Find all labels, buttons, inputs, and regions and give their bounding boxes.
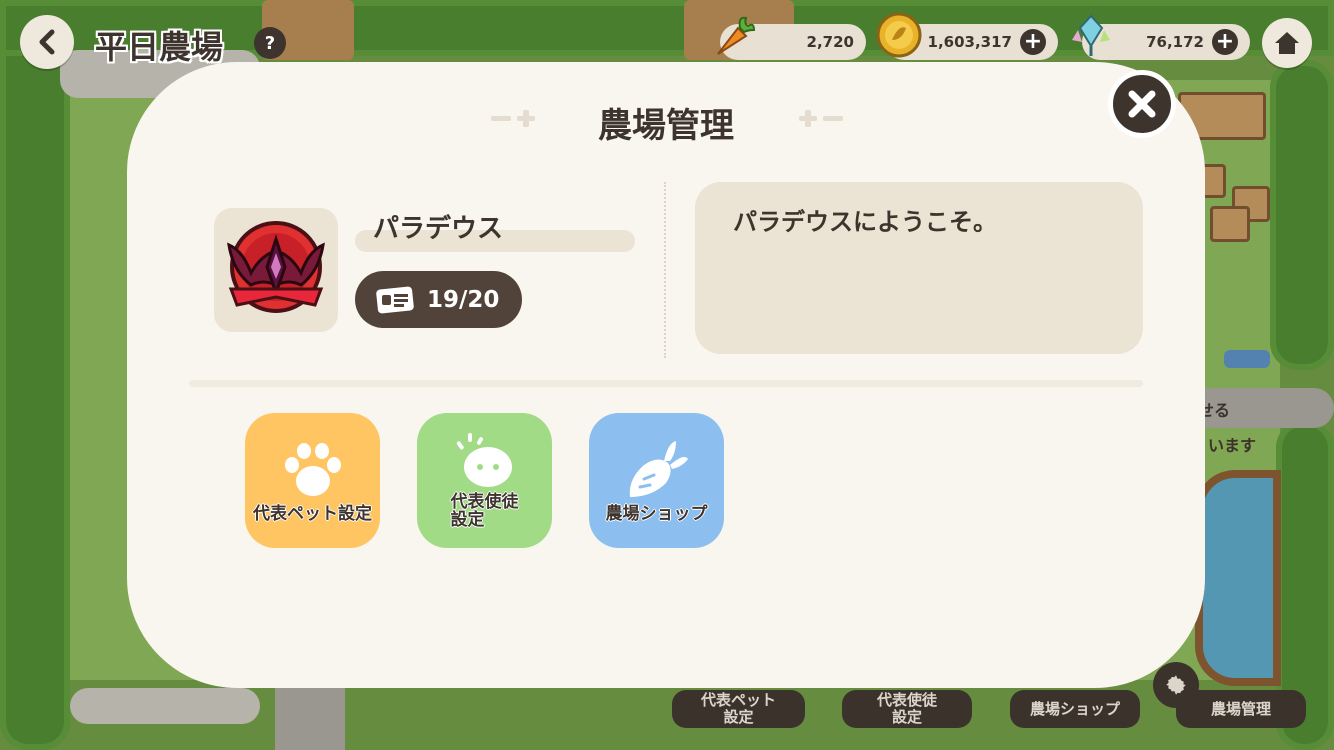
title-decoration-right: [799, 110, 843, 127]
welcome-message-box: パラデウスにようこそ。: [695, 182, 1143, 354]
farm-title: 平日農場: [95, 28, 224, 66]
welcome-message: パラデウスにようこそ。: [733, 208, 997, 236]
farm-management-modal: 農場管理 パラデウス 19/20 パラデウスにようこそ。 代表ペット設定 代表使…: [127, 62, 1205, 688]
coin-count: 1,603,317: [927, 33, 1012, 51]
modal-title: 農場管理: [598, 106, 734, 146]
carrot-count: 2,720: [806, 33, 854, 51]
farm-name: パラデウス: [373, 214, 504, 244]
help-icon[interactable]: ?: [254, 27, 286, 59]
close-button[interactable]: [1108, 70, 1176, 138]
home-icon: [1275, 32, 1299, 54]
back-button[interactable]: [20, 15, 74, 69]
apostle-settings-label: 代表使徒 設定: [450, 492, 519, 530]
crystal-count: 76,172: [1146, 33, 1204, 51]
member-count: 19/20: [427, 286, 500, 313]
close-icon: [1128, 90, 1156, 118]
farm-emblem: [214, 208, 338, 332]
add-crystals-button[interactable]: +: [1212, 29, 1238, 55]
home-button[interactable]: [1262, 18, 1312, 68]
emblem-icon: [227, 221, 325, 313]
chevron-left-icon: [39, 29, 55, 55]
crystal-icon: [1072, 14, 1110, 56]
pet-settings-button[interactable]: 代表ペット設定: [245, 413, 380, 548]
radish-icon: [629, 441, 688, 497]
paw-icon: [284, 443, 341, 496]
member-count-badge: 19/20: [355, 271, 522, 328]
vertical-divider: [664, 182, 666, 358]
pet-blob-icon: [456, 433, 512, 487]
coin-icon: [876, 12, 922, 58]
add-coins-button[interactable]: +: [1020, 29, 1046, 55]
id-card-icon: [376, 286, 414, 313]
farm-shop-button[interactable]: 農場ショップ: [589, 413, 724, 548]
carrot-icon: [717, 16, 756, 55]
farm-shop-label: 農場ショップ: [605, 504, 708, 524]
apostle-settings-button[interactable]: 代表使徒 設定: [417, 413, 552, 548]
pet-settings-label: 代表ペット設定: [253, 504, 372, 524]
horizontal-divider: [189, 380, 1143, 387]
